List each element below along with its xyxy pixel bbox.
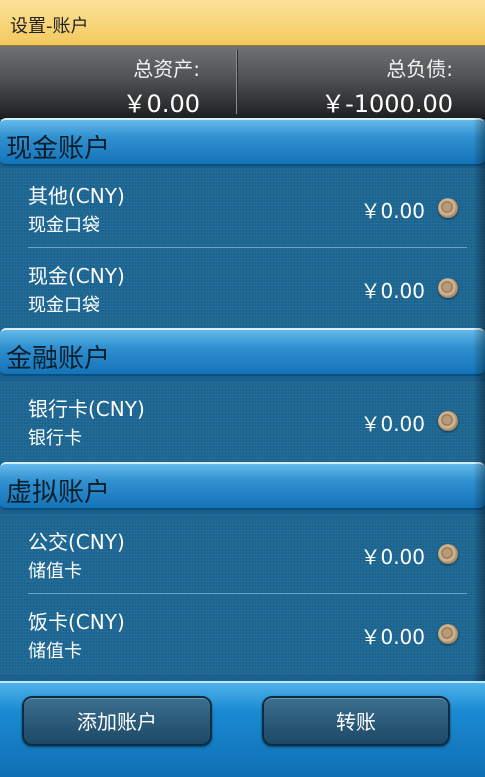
section-title: 现金账户 xyxy=(6,134,111,164)
balance-summary: 总资产: ￥0.00 总负债: ￥-1000.00 xyxy=(0,46,485,119)
account-type: 储值卡 xyxy=(28,641,82,662)
total-liabilities-value: ￥-1000.00 xyxy=(321,90,453,118)
section-header-cash: 现金账户 xyxy=(0,118,485,166)
radio-indicator-icon[interactable] xyxy=(438,278,458,298)
account-type: 银行卡 xyxy=(28,428,82,449)
section-title: 虚拟账户 xyxy=(6,478,111,508)
account-row[interactable]: 饭卡(CNY) 储值卡 ￥0.00 xyxy=(0,594,485,674)
account-name: 饭卡(CNY) xyxy=(28,610,125,634)
account-type: 现金口袋 xyxy=(28,295,100,316)
account-type: 现金口袋 xyxy=(28,215,100,236)
add-account-button[interactable]: 添加账户 xyxy=(22,696,212,746)
radio-indicator-icon[interactable] xyxy=(438,198,458,218)
account-name: 公交(CNY) xyxy=(28,530,125,554)
section-header-financial: 金融账户 xyxy=(0,328,485,376)
radio-indicator-icon[interactable] xyxy=(438,624,458,644)
account-balance: ￥0.00 xyxy=(360,279,425,303)
page-title: 设置-账户 xyxy=(10,16,89,37)
account-balance: ￥0.00 xyxy=(360,545,425,569)
account-type: 储值卡 xyxy=(28,561,82,582)
account-balance: ￥0.00 xyxy=(360,199,425,223)
account-balance: ￥0.00 xyxy=(360,625,425,649)
radio-indicator-icon[interactable] xyxy=(438,411,458,431)
total-assets-label: 总资产: xyxy=(133,57,200,81)
account-row[interactable]: 银行卡(CNY) 银行卡 ￥0.00 xyxy=(0,381,485,461)
total-liabilities-label: 总负债: xyxy=(386,57,453,81)
transfer-button[interactable]: 转账 xyxy=(262,696,450,746)
section-header-virtual: 虚拟账户 xyxy=(0,462,485,510)
title-bar: 设置-账户 xyxy=(0,0,485,46)
account-name: 银行卡(CNY) xyxy=(28,397,145,421)
bottom-toolbar: 添加账户 转账 xyxy=(0,681,485,777)
radio-indicator-icon[interactable] xyxy=(438,544,458,564)
account-name: 其他(CNY) xyxy=(28,184,125,208)
account-balance: ￥0.00 xyxy=(360,412,425,436)
section-title: 金融账户 xyxy=(6,344,111,374)
account-row[interactable]: 现金(CNY) 现金口袋 ￥0.00 xyxy=(0,248,485,328)
account-row[interactable]: 其他(CNY) 现金口袋 ￥0.00 xyxy=(0,168,485,248)
total-assets-value: ￥0.00 xyxy=(122,90,200,118)
account-row[interactable]: 公交(CNY) 储值卡 ￥0.00 xyxy=(0,514,485,594)
account-name: 现金(CNY) xyxy=(28,264,125,288)
